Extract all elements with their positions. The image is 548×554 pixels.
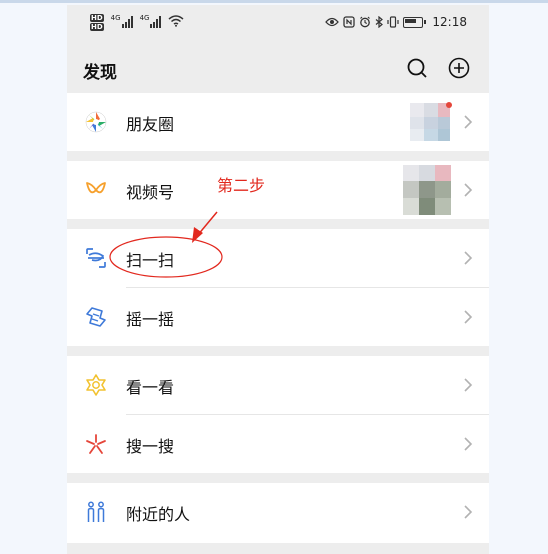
vibrate-icon [387,16,400,28]
battery-icon [403,16,427,28]
chevron-right-icon [464,437,473,451]
status-bar: HD HD 4G 4G 12:18 [67,5,489,45]
item-label: 看一看 [126,378,175,397]
shake-icon [86,307,106,327]
group-stories-search: 看一看 搜一搜 [67,356,489,473]
status-time: 12:18 [432,15,467,29]
item-label: 视频号 [126,183,175,202]
status-right: 12:18 [325,15,467,29]
item-label: 搜一搜 [126,437,175,456]
chevron-right-icon [464,505,473,519]
group-moments: 朋友圈 [67,93,489,151]
group-channels: 视频号 [67,161,489,219]
nfc-icon [343,16,356,28]
signal-icon: 4G [140,14,162,28]
wifi-icon [168,15,184,27]
list-item-moments[interactable]: 朋友圈 [67,93,489,151]
phone-screen: HD HD 4G 4G 12:18 发现 朋友圈 视频号 扫一扫 摇一摇 看一看… [67,5,489,554]
list-item-channels[interactable]: 视频号 [67,161,489,219]
hd-badge: HD [90,14,104,22]
moments-icon [85,111,107,133]
window-top-border [0,0,548,3]
list-item-scan[interactable]: 扫一扫 [67,229,489,287]
annotation-label: 第二步 [217,176,266,195]
chevron-right-icon [464,310,473,324]
item-label: 朋友圈 [126,115,175,134]
group-scan-shake: 扫一扫 摇一摇 [67,229,489,346]
chevron-right-icon [464,378,473,392]
new-post-dot [446,102,452,108]
bluetooth-icon [376,16,384,28]
channels-thumbnail [403,165,451,215]
chevron-right-icon [464,183,473,197]
chevron-right-icon [464,115,473,129]
item-label: 摇一摇 [126,310,175,329]
eye-icon [325,17,340,27]
search-discover-icon [86,434,106,454]
discover-header: 发现 [67,45,489,93]
moments-thumbnail [410,103,450,141]
network-type: 4G [110,14,121,22]
scan-icon [86,248,106,268]
signal-icon: 4G [111,14,133,28]
hd-badge: HD [90,23,104,31]
list-item-people-nearby[interactable]: 附近的人 [67,483,489,541]
people-nearby-icon [87,501,105,522]
list-item-search[interactable]: 搜一搜 [67,415,489,473]
group-nearby: 附近的人 [67,483,489,543]
chevron-right-icon [464,251,473,265]
status-left: HD HD 4G 4G [90,14,184,31]
item-label: 扫一扫 [126,251,175,270]
network-type: 4G [139,14,150,22]
item-label: 附近的人 [126,505,191,524]
list-item-shake[interactable]: 摇一摇 [67,288,489,346]
top-stories-icon [86,374,106,396]
plus-circle-icon[interactable] [447,56,471,80]
channels-icon [86,182,106,194]
page-title: 发现 [83,63,117,83]
search-icon[interactable] [405,56,429,80]
list-item-top-stories[interactable]: 看一看 [67,356,489,414]
alarm-icon [360,16,371,28]
